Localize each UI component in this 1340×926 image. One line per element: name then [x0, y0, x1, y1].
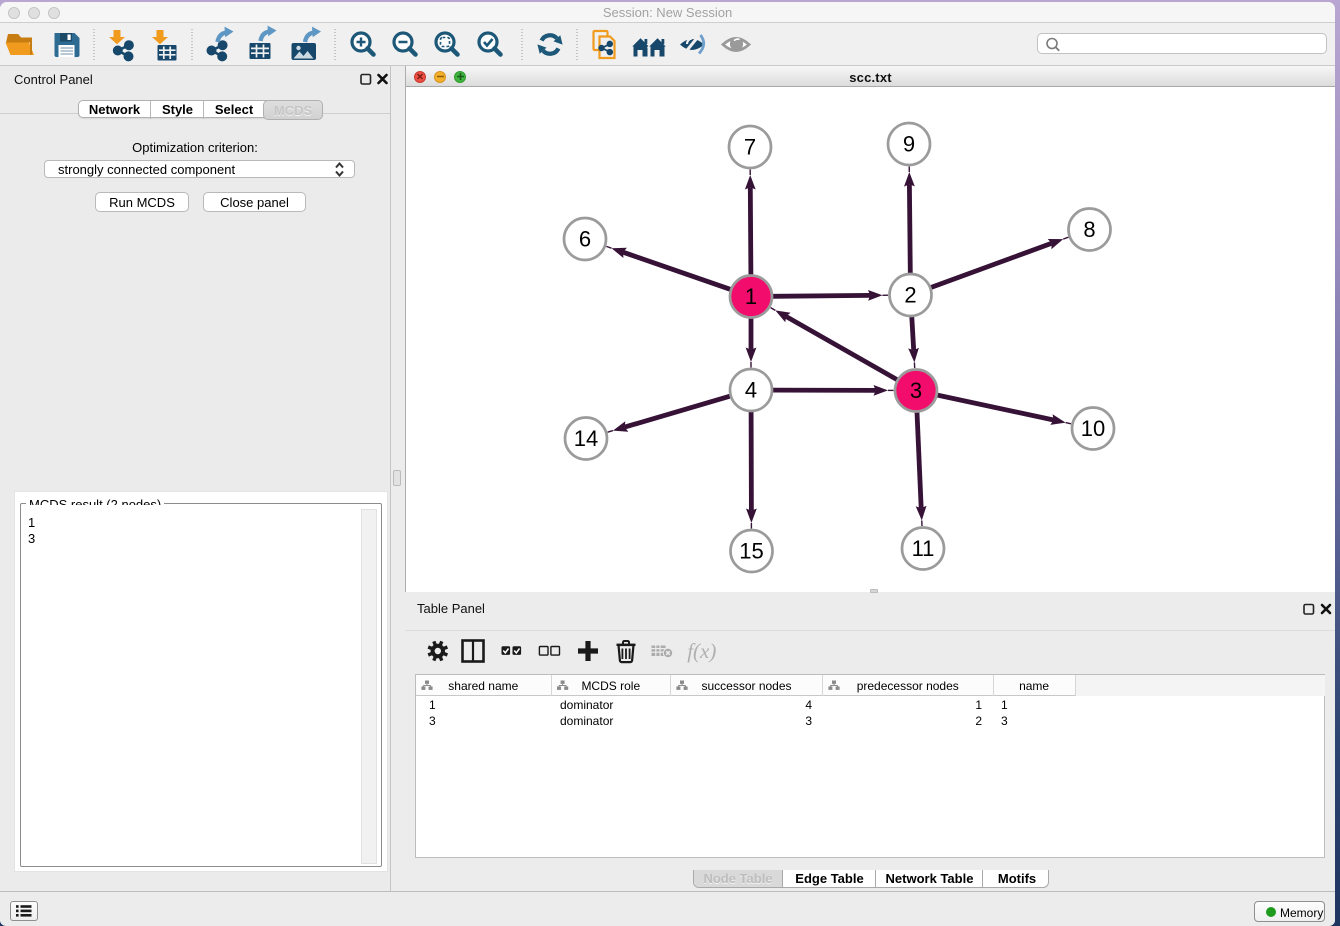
svg-text:14: 14	[574, 426, 598, 451]
svg-text:2: 2	[904, 283, 916, 308]
svg-text:15: 15	[739, 539, 763, 564]
svg-text:6: 6	[579, 227, 591, 252]
svg-text:10: 10	[1081, 416, 1105, 441]
svg-text:11: 11	[912, 536, 935, 561]
svg-text:8: 8	[1083, 217, 1095, 242]
svg-text:f(x): f(x)	[687, 639, 716, 663]
svg-text:1: 1	[745, 284, 757, 309]
svg-text:4: 4	[745, 378, 757, 403]
svg-text:7: 7	[744, 135, 756, 160]
svg-text:9: 9	[903, 132, 915, 157]
svg-text:3: 3	[910, 378, 922, 403]
